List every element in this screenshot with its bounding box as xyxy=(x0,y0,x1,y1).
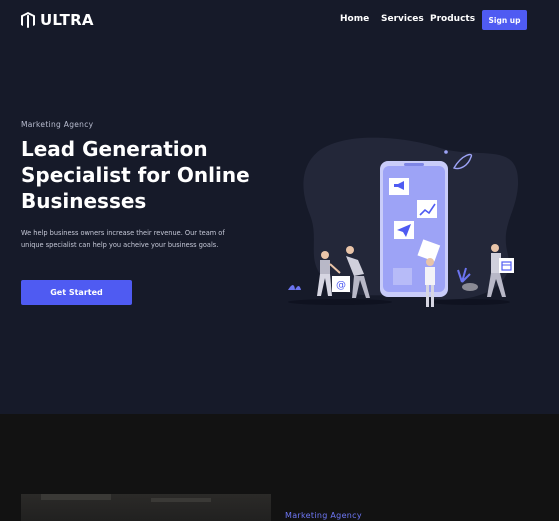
hero-headline: Lead Generation Specialist for Online Bu… xyxy=(21,137,250,213)
hero-eyebrow: Marketing Agency xyxy=(21,120,94,129)
secondary-section: Marketing Agency xyxy=(0,414,559,521)
megaphone-icon xyxy=(389,178,409,195)
plant-icon xyxy=(288,285,301,290)
svg-text:@: @ xyxy=(336,280,346,291)
photo-detail xyxy=(151,498,211,502)
nav-link-products[interactable]: Products xyxy=(430,14,475,24)
hero-section: ULTRA Home Services Products Sign up Mar… xyxy=(0,0,559,414)
logo-text: ULTRA xyxy=(40,11,94,29)
logo-icon xyxy=(21,12,35,28)
hero-description: We help business owners increase their r… xyxy=(21,229,225,249)
phone-notch xyxy=(404,163,424,166)
chart-icon xyxy=(417,200,437,218)
signup-button[interactable]: Sign up xyxy=(482,10,527,30)
hero-illustration: @ xyxy=(288,137,519,307)
section-eyebrow: Marketing Agency xyxy=(285,511,362,520)
get-started-button[interactable]: Get Started xyxy=(21,280,132,305)
paper-plane-icon xyxy=(394,221,414,239)
photo-detail xyxy=(41,494,111,500)
brand-logo[interactable]: ULTRA xyxy=(21,11,94,29)
calendar-icon xyxy=(499,258,514,273)
nav-link-services[interactable]: Services xyxy=(381,14,424,24)
email-at-icon: @ xyxy=(332,276,350,292)
section-photo xyxy=(21,494,271,521)
ground-shadow xyxy=(288,299,392,305)
nav-link-home[interactable]: Home xyxy=(340,14,369,24)
app-tile xyxy=(393,268,412,285)
ground-shadow xyxy=(430,299,510,305)
top-navigation: ULTRA Home Services Products Sign up xyxy=(0,0,559,40)
